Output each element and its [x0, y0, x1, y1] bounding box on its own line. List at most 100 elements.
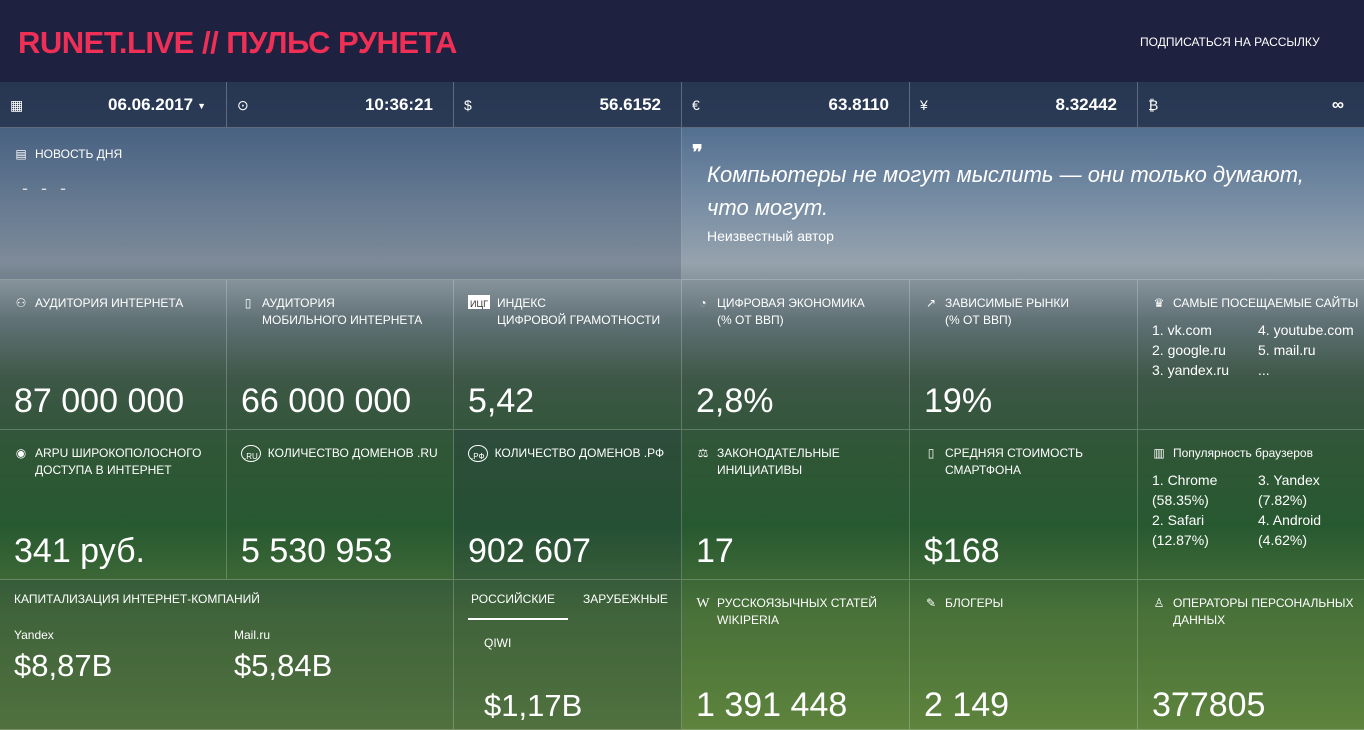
bar-chart-icon: ▥ — [1153, 446, 1165, 460]
company-name: Yandex — [14, 628, 54, 642]
top-sites-panel: ♛ САМЫЕ ПОСЕЩАЕМЫЕ САЙТЫ 1. vk.com 4. you… — [1138, 280, 1364, 430]
top-sites-list: 1. vk.com 4. youtube.com 2. google.ru 5.… — [1152, 322, 1364, 379]
company-value: $8,87B — [14, 648, 113, 683]
stat-title: ARPU ШИРОКОПОЛОСНОГО — [35, 446, 202, 460]
trend-icon: ↗ — [925, 296, 937, 310]
stat-subtitle: (% ОТ ВВП) — [717, 313, 784, 327]
stat-subtitle: (% ОТ ВВП) — [945, 313, 1012, 327]
stat-smartphone-price: ▯ СРЕДНЯЯ СТОИМОСТЬ СМАРТФОНА $168 — [910, 430, 1138, 580]
stat-arpu: ◉ ARPU ШИРОКОПОЛОСНОГО ДОСТУПА В ИНТЕРНЕТ … — [0, 430, 227, 580]
stat-value: 902 607 — [468, 532, 591, 570]
capitalization-panel: КАПИТАЛИЗАЦИЯ ИНТЕРНЕТ-КОМПАНИЙ Yandex $… — [0, 580, 454, 730]
stat-title: АУДИТОРИЯ ИНТЕРНЕТА — [35, 296, 184, 310]
site-item[interactable]: 5. mail.ru — [1258, 342, 1364, 359]
browsers-list: 1. Chrome 3. Yandex (58.35%) (7.82%) 2. … — [1152, 472, 1364, 549]
globe-icon: ◉ — [15, 446, 27, 460]
stat-title: КОЛИЧЕСТВО ДОМЕНОВ .РФ — [494, 446, 665, 460]
stat-subtitle: ДАННЫХ — [1173, 613, 1226, 627]
company-value: $1,17B — [484, 688, 583, 723]
time-value: 10:36:21 — [364, 95, 433, 114]
stat-dependent-markets: ↗ ЗАВИСИМЫЕ РЫНКИ (% ОТ ВВП) 19% — [910, 280, 1138, 430]
stat-title: ЦИФРОВАЯ ЭКОНОМИКА — [717, 296, 865, 310]
stat-subtitle: СМАРТФОНА — [945, 463, 1022, 477]
stat-value: 66 000 000 — [241, 382, 412, 420]
subscribe-link[interactable]: ПОДПИСАТЬСЯ НА РАССЫЛКУ — [1140, 35, 1320, 49]
index-icon: ИЦГ — [468, 295, 490, 309]
stat-value: 87 000 000 — [14, 382, 185, 420]
stat-value: 377805 — [1152, 686, 1266, 724]
quote-icon: ❞ — [692, 142, 703, 164]
chevron-down-icon[interactable]: ▼ — [197, 101, 206, 111]
dollar-icon: $ — [464, 97, 472, 113]
browser-item: 3. Yandex — [1258, 472, 1320, 488]
tab-russian[interactable]: РОССИЙСКИЕ — [471, 592, 555, 606]
euro-icon: € — [692, 97, 700, 113]
company-value: $5,84B — [234, 648, 333, 683]
stat-value: 2,8% — [696, 382, 774, 420]
stat-title: АУДИТОРИЯ — [262, 296, 335, 310]
stat-value: 17 — [696, 532, 734, 570]
stat-title: РУССКОЯЗЫЧНЫХ СТАТЕЙ — [717, 596, 878, 610]
stat-bloggers: ✎ БЛОГЕРЫ 2 149 — [910, 580, 1138, 730]
stat-internet-audience: ⚇ АУДИТОРИЯ ИНТЕРНЕТА 87 000 000 — [0, 280, 227, 430]
browser-share: (12.87%) — [1152, 532, 1209, 548]
users-icon: ⚇ — [15, 296, 27, 310]
date-ticker[interactable]: ▦ 06.06.2017 ▼ — [0, 82, 227, 128]
bitcoin-icon: ₿ — [1148, 97, 1159, 113]
usd-ticker: $ 56.6152 — [454, 82, 682, 128]
quote-text: Компьютеры не могут мыслить — они только… — [707, 162, 1304, 220]
stat-value: 1 391 448 — [696, 686, 848, 724]
stat-title: ИНДЕКС — [497, 296, 546, 310]
browser-share: (58.35%) — [1152, 492, 1209, 508]
site-item[interactable]: 4. youtube.com — [1258, 322, 1364, 339]
date-value: 06.06.2017 — [107, 95, 194, 114]
browsers-title: Популярность браузеров — [1173, 446, 1313, 460]
site-item[interactable]: 2. google.ru — [1152, 342, 1258, 359]
stat-title: КОЛИЧЕСТВО ДОМЕНОВ .RU — [267, 446, 438, 460]
stat-value: 2 149 — [924, 686, 1010, 724]
ru-domain-icon: .RU — [241, 445, 261, 462]
clock-icon: ⊙ — [237, 97, 249, 113]
eur-value: 63.8110 — [828, 95, 889, 114]
wikipedia-icon: W — [696, 596, 710, 611]
stat-legislative: ⚖ ЗАКОНОДАТЕЛЬНЫЕ ИНИЦИАТИВЫ 17 — [682, 430, 910, 580]
top-sites-title: САМЫЕ ПОСЕЩАЕМЫЕ САЙТЫ — [1173, 296, 1359, 310]
tab-foreign[interactable]: ЗАРУБЕЖНЫЕ — [583, 592, 668, 606]
yen-icon: ¥ — [920, 97, 928, 113]
stat-title: БЛОГЕРЫ — [945, 596, 1004, 610]
company-name: QIWI — [484, 636, 512, 650]
stat-value: 5 530 953 — [241, 532, 393, 570]
browser-share: (4.62%) — [1258, 532, 1308, 548]
stat-title: ОПЕРАТОРЫ ПЕРСОНАЛЬНЫХ — [1173, 596, 1354, 610]
pencil-icon: ✎ — [925, 596, 937, 610]
company-name: Mail.ru — [234, 628, 271, 642]
smartphone-icon: ▯ — [927, 446, 935, 460]
gavel-icon: ⚖ — [697, 446, 709, 460]
stat-title: ЗАКОНОДАТЕЛЬНЫЕ — [717, 446, 840, 460]
news-content: - - - — [22, 178, 70, 198]
stat-digital-economy: ◔ ЦИФРОВАЯ ЭКОНОМИКА (% ОТ ВВП) 2,8% — [682, 280, 910, 430]
quote-author: Неизвестный автор — [707, 228, 834, 244]
site-item-more: ... — [1258, 362, 1270, 378]
browsers-panel: ▥ Популярность браузеров 1. Chrome 3. Yan… — [1138, 430, 1364, 580]
site-item[interactable]: 1. vk.com — [1152, 322, 1258, 339]
stat-title: СРЕДНЯЯ СТОИМОСТЬ — [945, 446, 1083, 460]
mobile-icon: ▯ — [244, 296, 252, 310]
jpy-value: 8.32442 — [1055, 95, 1117, 114]
browser-item: 1. Chrome — [1152, 472, 1218, 488]
stat-subtitle: ДОСТУПА В ИНТЕРНЕТ — [35, 463, 172, 477]
stat-subtitle: WIKIPERIA — [717, 613, 780, 627]
trophy-icon: ♛ — [1153, 296, 1165, 310]
stat-subtitle: МОБИЛЬНОГО ИНТЕРНЕТА — [262, 313, 423, 327]
jpy-ticker: ¥ 8.32442 — [910, 82, 1138, 128]
browser-share: (7.82%) — [1258, 492, 1308, 508]
stat-title: ЗАВИСИМЫЕ РЫНКИ — [945, 296, 1070, 310]
site-item[interactable]: 3. yandex.ru — [1152, 362, 1258, 379]
document-icon: ▤ — [15, 147, 27, 161]
stat-digital-literacy: ИЦГ ИНДЕКС ЦИФРОВОЙ ГРАМОТНОСТИ 5,42 — [454, 280, 682, 430]
active-tab-indicator — [468, 618, 568, 620]
site-logo[interactable]: RUNET.LIVE // ПУЛЬС РУНЕТА — [18, 25, 457, 61]
stat-mobile-audience: ▯ АУДИТОРИЯ МОБИЛЬНОГО ИНТЕРНЕТА 66 000 00… — [227, 280, 454, 430]
stat-subtitle: ЦИФРОВОЙ ГРАМОТНОСТИ — [497, 313, 661, 327]
stat-rf-domains: .РФ КОЛИЧЕСТВО ДОМЕНОВ .РФ 902 607 — [454, 430, 682, 580]
